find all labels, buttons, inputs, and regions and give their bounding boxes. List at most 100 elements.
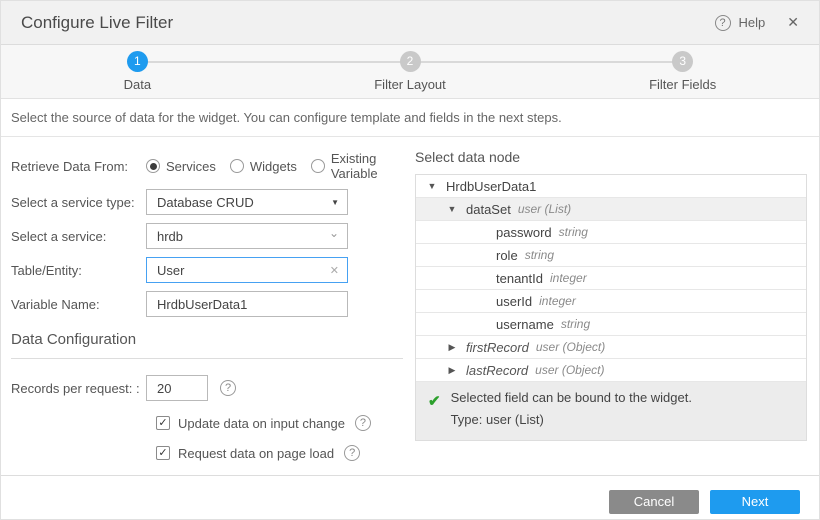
service-value: hrdb [157,229,183,244]
tree-node-role[interactable]: role string [416,244,806,267]
records-per-request-label: Records per request: : [11,381,146,396]
checkbox-row-update-data-on-input-change: ✓ Update data on input change? [156,415,409,431]
stepper-steps: 1 Data2Filter Layout 3 Filter Fields [1,45,819,98]
step-number-badge: 1 [127,51,148,72]
binding-message-line2: Type: user (List) [451,413,692,427]
stepper-step-filter-fields[interactable]: 3 Filter Fields [546,51,819,98]
checkbox-help-icon[interactable]: ? [355,415,371,431]
radio-existing-variable[interactable]: Existing Variable [311,151,409,181]
step-label: Filter Fields [546,77,819,92]
chevron-down-icon: ⌄ [329,226,339,240]
step-label: Data [1,77,274,92]
tree-node-username[interactable]: usernamestring [416,313,806,336]
titlebar-actions: ? Help ✕ [715,14,799,31]
arrow-expanded-icon[interactable]: ▼ [426,181,438,191]
table-entity-row: Table/Entity: User ✕ [11,257,409,283]
checkbox-label: Request data on page load [178,446,334,461]
tree-node-name: role [496,248,518,263]
step-number-badge: 2 [400,51,421,72]
radio-selected-dot [150,163,157,170]
binding-message-text: Selected field can be bound to the widge… [451,391,692,428]
description-text: Select the source of data for the widget… [11,110,562,125]
tree-node-lastrecord[interactable]: ▶lastRecorduser (Object) [416,359,806,382]
checkbox-row-request-data-on-page-load: ✓ Request data on page load? [156,445,409,461]
checkbox-update-data-on-input-change[interactable]: ✓ [156,416,170,430]
radio-widgets[interactable]: Widgets [230,159,297,174]
stepper-step-data[interactable]: 1 Data [1,51,274,98]
stepper-step-filter-layout[interactable]: 2Filter Layout [274,51,547,98]
next-button[interactable]: Next [710,490,800,514]
data-source-form: Retrieve Data From: ServicesWidgetsExist… [1,137,409,475]
success-check-icon: ✔ [428,392,441,428]
radio-label: Widgets [250,159,297,174]
help-link[interactable]: Help [739,15,766,30]
service-type-row: Select a service type: Database CRUD ▼ [11,189,409,215]
main-content: Retrieve Data From: ServicesWidgetsExist… [1,137,819,475]
tree-node-type: user (Object) [535,363,604,377]
dropdown-triangle-icon: ▼ [331,198,339,207]
wizard-stepper: 1 Data2Filter Layout 3 Filter Fields [1,45,819,99]
tree-node-hrdbuserdata1[interactable]: ▼ HrdbUserData1 [416,175,806,198]
dialog-title: Configure Live Filter [21,13,173,33]
clear-icon[interactable]: ✕ [330,264,339,277]
arrow-collapsed-icon[interactable]: ▶ [446,365,458,376]
tree-node-name: firstRecord [466,340,529,355]
arrow-collapsed-icon[interactable]: ▶ [446,342,458,353]
binding-message: ✔ Selected field can be bound to the wid… [416,382,806,440]
tree-rows: ▼ HrdbUserData1 ▼ dataSet user (List) passwor… [416,175,806,382]
radio-label: Services [166,159,216,174]
variable-name-row: Variable Name: HrdbUserData1 [11,291,409,317]
step-number-badge: 3 [672,51,693,72]
tree-node-name: dataSet [466,202,511,217]
help-icon[interactable]: ? [715,15,731,31]
configure-live-filter-dialog: Configure Live Filter ? Help ✕ 1Data2Fil… [0,0,820,520]
radio-services[interactable]: Services [146,159,216,174]
service-row: Select a service: hrdb ⌄ [11,223,409,249]
tree-node-password[interactable]: passwordstring [416,221,806,244]
data-configuration-heading: Data Configuration [11,331,409,348]
variable-name-value: HrdbUserData1 [157,297,247,312]
tree-node-dataset[interactable]: ▼ dataSet user (List) [416,198,806,221]
cancel-button[interactable]: Cancel [609,490,699,514]
table-entity-value: User [157,263,184,278]
variable-name-input[interactable]: HrdbUserData1 [146,291,348,317]
retrieve-data-row: Retrieve Data From: ServicesWidgetsExist… [11,151,409,181]
radio-label: Existing Variable [331,151,409,181]
records-per-request-row: Records per request: : 20 ? [11,375,409,401]
checkbox-request-data-on-page-load[interactable]: ✓ [156,446,170,460]
tree-node-type: user (Object) [536,340,605,354]
footer-bar: Cancel Next [1,475,819,520]
data-node-panel: Select data node ▼ HrdbUserData1 ▼ dataSet u… [409,137,819,475]
checkbox-area: ✓ Update data on input change? ✓ Request da… [11,415,409,461]
service-type-label: Select a service type: [11,195,146,210]
service-dropdown[interactable]: hrdb ⌄ [146,223,348,249]
radio-circle-icon [311,159,325,173]
tree-node-firstrecord[interactable]: ▶ firstRecord user (Object) [416,336,806,359]
records-per-request-value: 20 [157,381,171,396]
arrow-expanded-icon[interactable]: ▼ [446,204,458,214]
tree-node-type: integer [539,294,576,308]
service-label: Select a service: [11,229,146,244]
service-type-dropdown[interactable]: Database CRUD ▼ [146,189,348,215]
table-entity-input[interactable]: User ✕ [146,257,348,283]
tree-node-type: string [559,225,588,239]
tree-node-userid[interactable]: userIdinteger [416,290,806,313]
records-per-request-input[interactable]: 20 [146,375,208,401]
select-data-node-heading: Select data node [415,149,807,165]
radio-circle-icon [146,159,160,173]
retrieve-data-radio-group: Services Widgets Existing Variable [146,151,409,181]
service-type-value: Database CRUD [157,195,254,210]
tree-node-type: string [561,317,590,331]
tree-node-type: user (List) [518,202,571,216]
tree-node-tenantid[interactable]: tenantIdinteger [416,267,806,290]
tree-node-name: HrdbUserData1 [446,179,536,194]
close-icon[interactable]: ✕ [787,14,799,31]
variable-name-label: Variable Name: [11,297,146,312]
binding-message-line1: Selected field can be bound to the widge… [451,391,692,405]
table-entity-label: Table/Entity: [11,263,146,278]
checkbox-label: Update data on input change [178,416,345,431]
tree-node-type: string [525,248,554,262]
records-help-icon[interactable]: ? [220,380,236,396]
checkbox-help-icon[interactable]: ? [344,445,360,461]
title-bar: Configure Live Filter ? Help ✕ [1,1,819,45]
